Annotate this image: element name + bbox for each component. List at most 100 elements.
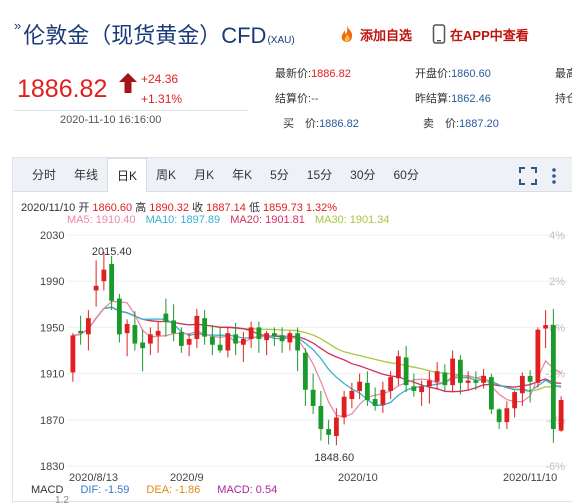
candle-body	[519, 375, 525, 394]
quote-panel: 1886.82 +24.36 +1.31% 2020-11-10 16:16:0…	[0, 60, 572, 140]
candle-body	[225, 333, 231, 351]
candle-body	[488, 377, 494, 410]
candle-body	[302, 352, 308, 390]
candle-body	[457, 359, 463, 383]
y-tick-label: 1910	[40, 369, 64, 381]
phone-icon	[432, 24, 446, 44]
candle-body	[202, 318, 208, 337]
candle-body	[132, 325, 138, 344]
candle-body	[535, 329, 541, 383]
candle-body	[318, 405, 324, 430]
price-change: +24.36 +1.31%	[141, 69, 182, 109]
candle-body	[233, 334, 239, 344]
field-high: 最高	[555, 68, 572, 80]
field-ask: 卖 价:1887.20	[423, 118, 499, 130]
up-arrow-icon	[119, 73, 137, 93]
open-app-label: 在APP中查看	[450, 27, 529, 43]
candle-body	[403, 357, 409, 386]
kline-chart[interactable]: 20304%19902%19500%1910-2%1870-4%1830-6%2…	[13, 158, 572, 503]
field-latest: 最新价:1886.82	[275, 68, 351, 80]
candle-body	[78, 330, 84, 334]
add-watchlist-button[interactable]: 添加自选	[338, 24, 412, 44]
candle-body	[465, 380, 471, 383]
chart-panel: 分时 年线 日K 周K 月K 年K 5分 15分 30分 60分 2020/11…	[12, 157, 572, 503]
candle-body	[85, 318, 91, 335]
candle-body	[295, 333, 301, 351]
candle-body	[349, 390, 355, 400]
candle-body	[426, 380, 432, 387]
divider	[14, 110, 248, 111]
y-tick-label: 1990	[40, 276, 64, 288]
max-price-label: 2015.40	[92, 246, 132, 258]
candle-body	[186, 338, 192, 345]
candle-body	[124, 323, 130, 334]
x-tick-label: 2020/11/10	[503, 472, 557, 484]
candle-body	[279, 335, 285, 342]
instrument-code: (XAU)	[267, 35, 295, 46]
candle-body	[248, 327, 254, 339]
candle-body	[481, 375, 487, 383]
candle-body	[178, 332, 184, 346]
macd-dif: DIF: -1.59	[80, 484, 130, 496]
field-open-interest: 持仓	[555, 93, 572, 105]
candle-body	[341, 396, 347, 418]
field-settle: 结算价:--	[275, 93, 319, 105]
candle-body	[326, 429, 332, 435]
y-tick-label: 1870	[40, 415, 64, 427]
candle-body	[419, 386, 425, 393]
candle-body	[209, 336, 215, 345]
candle-body	[388, 377, 394, 391]
field-open: 开盘价:1860.60	[415, 68, 491, 80]
candle-body	[147, 334, 153, 344]
candle-body	[93, 285, 99, 291]
candle-body	[550, 325, 556, 430]
pct-tick-label: 4%	[549, 230, 565, 242]
candle-body	[380, 389, 386, 405]
candle-body	[372, 399, 378, 406]
change-percent: +1.31%	[141, 92, 183, 106]
candle-body	[264, 333, 270, 341]
x-tick-label: 2020/10	[338, 472, 378, 484]
x-tick-label: 2020/8/13	[69, 472, 118, 484]
add-watchlist-label: 添加自选	[360, 27, 413, 43]
instrument-title: »伦敦金（现货黄金）CFD(XAU)	[14, 18, 295, 50]
quote-datetime: 2020-11-10 16:16:00	[60, 114, 162, 126]
macd-name: MACD	[31, 484, 64, 496]
title-bar: »伦敦金（现货黄金）CFD(XAU) 添加自选 在APP中查看	[0, 0, 572, 60]
candle-body	[364, 382, 370, 401]
candle-body	[240, 338, 246, 345]
candle-body	[434, 371, 440, 382]
candle-body	[171, 320, 177, 334]
candle-body	[163, 313, 169, 322]
field-bid: 买 价:1886.82	[283, 118, 359, 130]
candle-body	[140, 342, 146, 349]
fire-icon	[341, 26, 353, 42]
candle-body	[109, 263, 115, 301]
candle-body	[512, 392, 518, 409]
min-price-label: 1848.60	[314, 452, 354, 464]
candle-body	[496, 409, 502, 423]
candle-body	[527, 375, 533, 382]
candle-body	[310, 389, 316, 406]
candle-body	[116, 298, 122, 335]
candle-body	[256, 327, 262, 339]
macd-legend: MACD DIF: -1.59 DEA: -1.86 MACD: 0.54	[31, 484, 291, 496]
last-price: 1886.82	[17, 75, 108, 103]
y-tick-label: 1830	[40, 461, 64, 473]
candle-body	[194, 315, 200, 339]
candle-body	[357, 381, 363, 391]
candle-body	[70, 335, 76, 373]
open-app-button[interactable]: 在APP中查看	[432, 24, 529, 44]
candle-body	[101, 269, 107, 282]
change-value: +24.36	[141, 72, 179, 86]
candle-body	[504, 408, 510, 423]
candle-body	[395, 356, 401, 379]
field-prev-settle: 昨结算:1862.46	[415, 93, 491, 105]
candle-body	[333, 417, 339, 436]
candle-body	[411, 386, 417, 391]
candle-body	[287, 333, 293, 343]
y-tick-label: 1950	[40, 322, 64, 334]
chevron-icon: »	[14, 18, 22, 33]
ma10-line	[72, 306, 562, 406]
candle-body	[155, 330, 161, 336]
